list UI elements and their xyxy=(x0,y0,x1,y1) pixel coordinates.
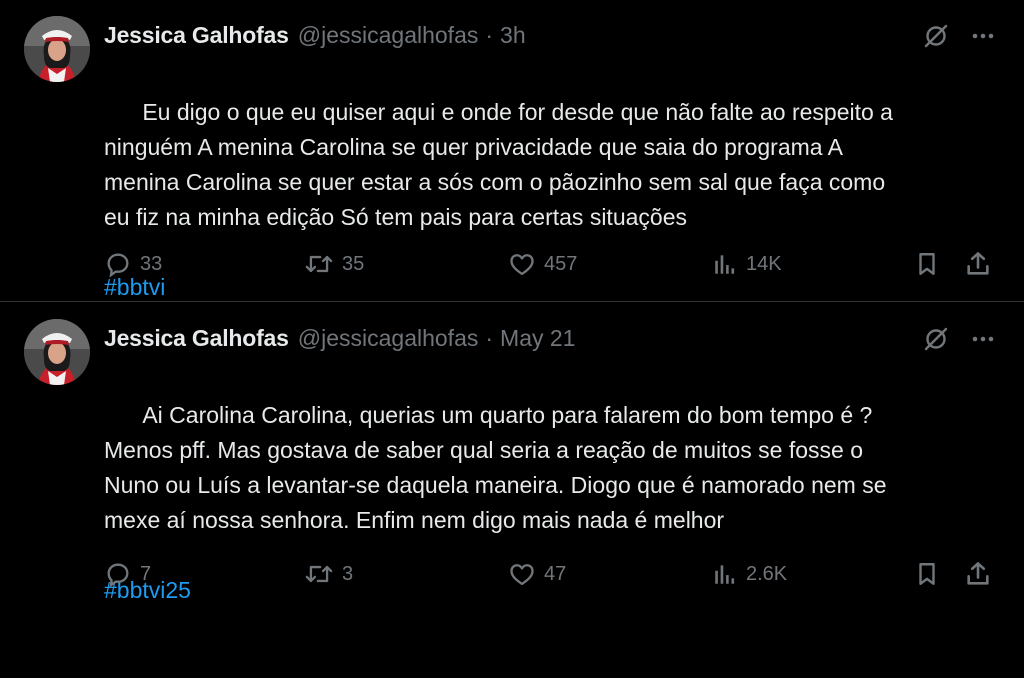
repost-button[interactable]: 3 xyxy=(304,560,353,588)
views-count: 14K xyxy=(746,252,782,275)
repost-button[interactable]: 35 xyxy=(304,250,364,278)
tweet-text: Ai Carolina Carolina, querias um quarto … xyxy=(104,363,1004,678)
reply-icon xyxy=(107,563,129,588)
author-name[interactable]: Jessica Galhofas xyxy=(104,325,289,352)
repost-count: 35 xyxy=(342,252,365,275)
share-button[interactable] xyxy=(964,560,992,588)
views-icon xyxy=(715,255,735,274)
avatar[interactable] xyxy=(24,319,90,385)
like-button[interactable]: 47 xyxy=(508,560,566,588)
tweet-header: Jessica Galhofas @jessicagalhofas · 3h xyxy=(104,20,526,50)
views-button[interactable]: 14K xyxy=(712,250,782,278)
reply-button[interactable]: 7 xyxy=(104,560,151,588)
tweet[interactable]: Jessica Galhofas @jessicagalhofas · May … xyxy=(0,303,1024,609)
tweet-divider xyxy=(0,301,1024,302)
repost-count: 3 xyxy=(342,562,354,585)
tweet-header: Jessica Galhofas @jessicagalhofas · May … xyxy=(104,323,575,353)
repost-icon xyxy=(305,565,333,583)
bookmark-icon xyxy=(919,563,935,585)
share-icon xyxy=(967,562,989,585)
timestamp[interactable]: May 21 xyxy=(500,325,575,352)
like-icon xyxy=(510,254,534,276)
author-name[interactable]: Jessica Galhofas xyxy=(104,22,289,49)
avatar[interactable] xyxy=(24,16,90,82)
separator: · xyxy=(485,324,494,351)
grok-icon[interactable] xyxy=(922,325,950,353)
author-handle[interactable]: @jessicagalhofas xyxy=(298,325,479,352)
reply-count: 7 xyxy=(140,562,152,585)
tweet-top-actions xyxy=(922,325,996,353)
bookmark-button[interactable] xyxy=(914,250,940,278)
views-button[interactable]: 2.6K xyxy=(712,560,787,588)
share-button[interactable] xyxy=(964,250,992,278)
tweet-text-content: Eu digo o que eu quiser aqui e onde for … xyxy=(104,99,893,230)
reply-button[interactable]: 33 xyxy=(104,250,162,278)
share-icon xyxy=(967,252,989,275)
timeline-feed: Jessica Galhofas @jessicagalhofas · 3h E… xyxy=(0,0,1024,609)
bookmark-button[interactable] xyxy=(914,560,940,588)
like-button[interactable]: 457 xyxy=(508,250,577,278)
tweet-actions: 33 35 457 14K xyxy=(104,248,996,280)
author-handle[interactable]: @jessicagalhofas xyxy=(298,22,479,49)
grok-icon[interactable] xyxy=(922,22,950,50)
more-icon[interactable] xyxy=(970,326,996,352)
views-count: 2.6K xyxy=(746,562,788,585)
like-count: 457 xyxy=(544,252,578,275)
tweet-actions: 7 3 47 2.6K xyxy=(104,558,996,590)
tweet-text-content: Ai Carolina Carolina, querias um quarto … xyxy=(104,402,887,533)
reply-icon xyxy=(107,253,129,278)
views-icon xyxy=(715,565,735,584)
tweet[interactable]: Jessica Galhofas @jessicagalhofas · 3h E… xyxy=(0,0,1024,302)
repost-icon xyxy=(305,255,333,273)
reply-count: 33 xyxy=(140,252,163,275)
timestamp[interactable]: 3h xyxy=(500,22,526,49)
bookmark-icon xyxy=(919,253,935,275)
more-icon[interactable] xyxy=(970,23,996,49)
like-count: 47 xyxy=(544,562,567,585)
separator: · xyxy=(485,21,494,48)
tweet-top-actions xyxy=(922,22,996,50)
like-icon xyxy=(510,564,534,586)
